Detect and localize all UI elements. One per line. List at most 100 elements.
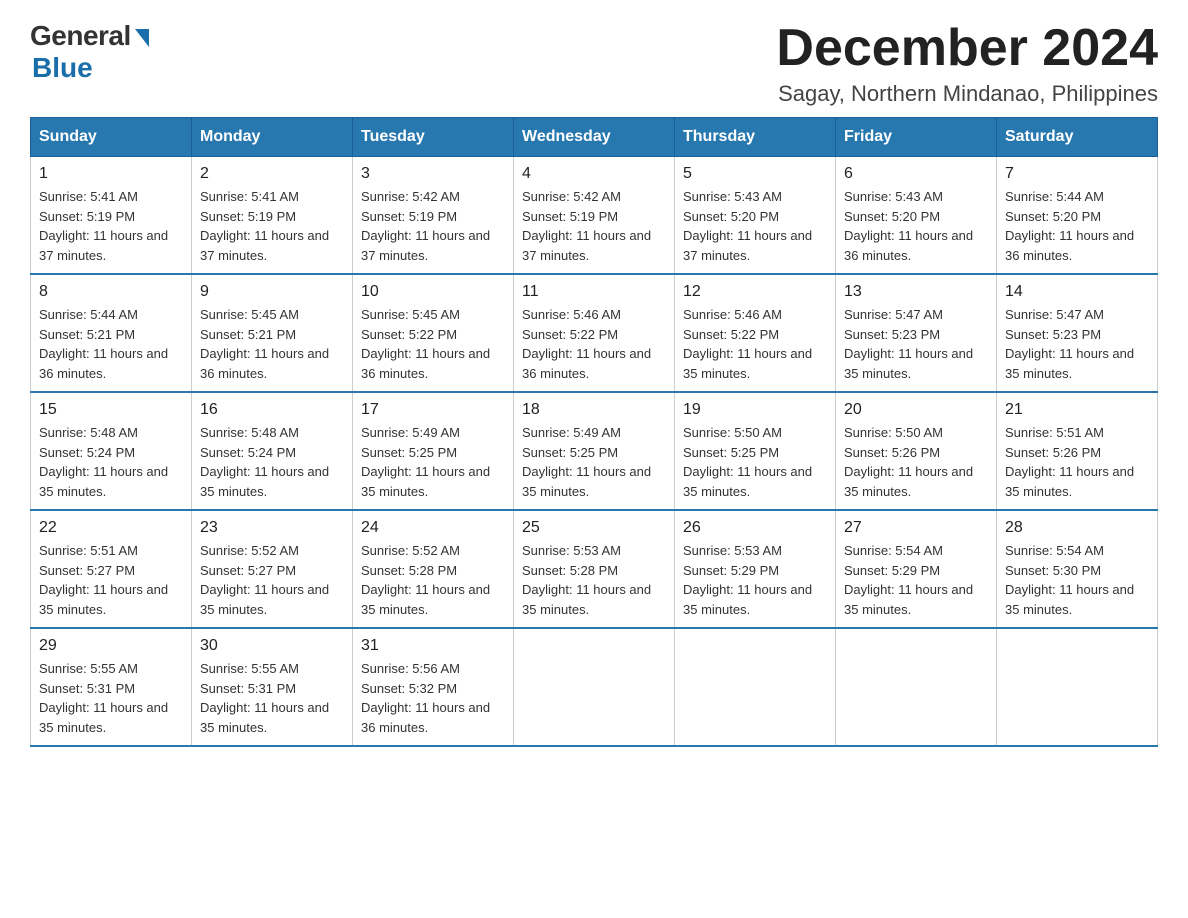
page-header: General Blue December 2024 Sagay, Northe… <box>30 20 1158 107</box>
sunset-label: Sunset: 5:29 PM <box>844 563 940 578</box>
sunset-label: Sunset: 5:19 PM <box>361 209 457 224</box>
daylight-label: Daylight: 11 hours and 35 minutes. <box>361 582 490 617</box>
calendar-day-cell: 12 Sunrise: 5:46 AM Sunset: 5:22 PM Dayl… <box>675 274 836 392</box>
calendar-day-cell: 14 Sunrise: 5:47 AM Sunset: 5:23 PM Dayl… <box>997 274 1158 392</box>
daylight-label: Daylight: 11 hours and 35 minutes. <box>200 582 329 617</box>
daylight-label: Daylight: 11 hours and 36 minutes. <box>39 346 168 381</box>
day-info: Sunrise: 5:49 AM Sunset: 5:25 PM Dayligh… <box>361 423 505 501</box>
daylight-label: Daylight: 11 hours and 36 minutes. <box>1005 228 1134 263</box>
calendar-day-cell: 17 Sunrise: 5:49 AM Sunset: 5:25 PM Dayl… <box>353 392 514 510</box>
day-info: Sunrise: 5:44 AM Sunset: 5:21 PM Dayligh… <box>39 305 183 383</box>
calendar-day-cell <box>836 628 997 746</box>
daylight-label: Daylight: 11 hours and 35 minutes. <box>39 700 168 735</box>
sunset-label: Sunset: 5:29 PM <box>683 563 779 578</box>
logo-blue-text: Blue <box>32 52 93 84</box>
day-number: 4 <box>522 165 666 183</box>
day-number: 17 <box>361 401 505 419</box>
day-info: Sunrise: 5:55 AM Sunset: 5:31 PM Dayligh… <box>39 659 183 737</box>
daylight-label: Daylight: 11 hours and 35 minutes. <box>1005 464 1134 499</box>
calendar-day-cell: 1 Sunrise: 5:41 AM Sunset: 5:19 PM Dayli… <box>31 157 192 275</box>
day-info: Sunrise: 5:55 AM Sunset: 5:31 PM Dayligh… <box>200 659 344 737</box>
day-number: 6 <box>844 165 988 183</box>
day-number: 10 <box>361 283 505 301</box>
day-info: Sunrise: 5:46 AM Sunset: 5:22 PM Dayligh… <box>522 305 666 383</box>
calendar-day-cell: 9 Sunrise: 5:45 AM Sunset: 5:21 PM Dayli… <box>192 274 353 392</box>
calendar-day-cell: 29 Sunrise: 5:55 AM Sunset: 5:31 PM Dayl… <box>31 628 192 746</box>
day-info: Sunrise: 5:42 AM Sunset: 5:19 PM Dayligh… <box>361 187 505 265</box>
sunset-label: Sunset: 5:21 PM <box>200 327 296 342</box>
day-info: Sunrise: 5:50 AM Sunset: 5:25 PM Dayligh… <box>683 423 827 501</box>
sunset-label: Sunset: 5:25 PM <box>522 445 618 460</box>
day-info: Sunrise: 5:41 AM Sunset: 5:19 PM Dayligh… <box>200 187 344 265</box>
daylight-label: Daylight: 11 hours and 35 minutes. <box>683 346 812 381</box>
logo: General Blue <box>30 20 149 84</box>
day-number: 14 <box>1005 283 1149 301</box>
day-number: 1 <box>39 165 183 183</box>
sunrise-label: Sunrise: 5:50 AM <box>683 425 782 440</box>
calendar-day-cell: 7 Sunrise: 5:44 AM Sunset: 5:20 PM Dayli… <box>997 157 1158 275</box>
sunset-label: Sunset: 5:24 PM <box>200 445 296 460</box>
day-info: Sunrise: 5:52 AM Sunset: 5:27 PM Dayligh… <box>200 541 344 619</box>
sunrise-label: Sunrise: 5:53 AM <box>522 543 621 558</box>
sunrise-label: Sunrise: 5:56 AM <box>361 661 460 676</box>
day-info: Sunrise: 5:45 AM Sunset: 5:21 PM Dayligh… <box>200 305 344 383</box>
sunset-label: Sunset: 5:19 PM <box>200 209 296 224</box>
day-number: 8 <box>39 283 183 301</box>
calendar-day-cell: 19 Sunrise: 5:50 AM Sunset: 5:25 PM Dayl… <box>675 392 836 510</box>
sunrise-label: Sunrise: 5:47 AM <box>844 307 943 322</box>
logo-general-text: General <box>30 20 131 52</box>
day-number: 28 <box>1005 519 1149 537</box>
daylight-label: Daylight: 11 hours and 35 minutes. <box>200 464 329 499</box>
calendar-day-cell: 3 Sunrise: 5:42 AM Sunset: 5:19 PM Dayli… <box>353 157 514 275</box>
sunset-label: Sunset: 5:31 PM <box>39 681 135 696</box>
daylight-label: Daylight: 11 hours and 37 minutes. <box>39 228 168 263</box>
calendar-day-cell: 25 Sunrise: 5:53 AM Sunset: 5:28 PM Dayl… <box>514 510 675 628</box>
daylight-label: Daylight: 11 hours and 37 minutes. <box>683 228 812 263</box>
day-number: 3 <box>361 165 505 183</box>
sunrise-label: Sunrise: 5:42 AM <box>522 189 621 204</box>
sunrise-label: Sunrise: 5:52 AM <box>200 543 299 558</box>
calendar-day-cell: 5 Sunrise: 5:43 AM Sunset: 5:20 PM Dayli… <box>675 157 836 275</box>
calendar-day-cell: 11 Sunrise: 5:46 AM Sunset: 5:22 PM Dayl… <box>514 274 675 392</box>
day-info: Sunrise: 5:51 AM Sunset: 5:27 PM Dayligh… <box>39 541 183 619</box>
day-info: Sunrise: 5:41 AM Sunset: 5:19 PM Dayligh… <box>39 187 183 265</box>
sunset-label: Sunset: 5:26 PM <box>1005 445 1101 460</box>
weekday-header-sunday: Sunday <box>31 118 192 157</box>
daylight-label: Daylight: 11 hours and 35 minutes. <box>683 464 812 499</box>
calendar-day-cell <box>514 628 675 746</box>
day-info: Sunrise: 5:46 AM Sunset: 5:22 PM Dayligh… <box>683 305 827 383</box>
day-number: 7 <box>1005 165 1149 183</box>
sunset-label: Sunset: 5:20 PM <box>1005 209 1101 224</box>
daylight-label: Daylight: 11 hours and 35 minutes. <box>522 464 651 499</box>
calendar-day-cell <box>675 628 836 746</box>
calendar-table: SundayMondayTuesdayWednesdayThursdayFrid… <box>30 117 1158 747</box>
sunset-label: Sunset: 5:30 PM <box>1005 563 1101 578</box>
calendar-day-cell: 26 Sunrise: 5:53 AM Sunset: 5:29 PM Dayl… <box>675 510 836 628</box>
calendar-day-cell: 2 Sunrise: 5:41 AM Sunset: 5:19 PM Dayli… <box>192 157 353 275</box>
day-info: Sunrise: 5:43 AM Sunset: 5:20 PM Dayligh… <box>844 187 988 265</box>
day-number: 9 <box>200 283 344 301</box>
day-number: 26 <box>683 519 827 537</box>
day-number: 16 <box>200 401 344 419</box>
sunset-label: Sunset: 5:25 PM <box>683 445 779 460</box>
sunset-label: Sunset: 5:20 PM <box>844 209 940 224</box>
calendar-week-row: 15 Sunrise: 5:48 AM Sunset: 5:24 PM Dayl… <box>31 392 1158 510</box>
day-info: Sunrise: 5:53 AM Sunset: 5:29 PM Dayligh… <box>683 541 827 619</box>
daylight-label: Daylight: 11 hours and 35 minutes. <box>683 582 812 617</box>
calendar-day-cell: 21 Sunrise: 5:51 AM Sunset: 5:26 PM Dayl… <box>997 392 1158 510</box>
sunrise-label: Sunrise: 5:47 AM <box>1005 307 1104 322</box>
calendar-day-cell: 24 Sunrise: 5:52 AM Sunset: 5:28 PM Dayl… <box>353 510 514 628</box>
sunrise-label: Sunrise: 5:49 AM <box>522 425 621 440</box>
daylight-label: Daylight: 11 hours and 36 minutes. <box>844 228 973 263</box>
sunrise-label: Sunrise: 5:54 AM <box>844 543 943 558</box>
calendar-day-cell: 20 Sunrise: 5:50 AM Sunset: 5:26 PM Dayl… <box>836 392 997 510</box>
day-number: 24 <box>361 519 505 537</box>
sunset-label: Sunset: 5:26 PM <box>844 445 940 460</box>
sunset-label: Sunset: 5:27 PM <box>200 563 296 578</box>
calendar-day-cell: 8 Sunrise: 5:44 AM Sunset: 5:21 PM Dayli… <box>31 274 192 392</box>
sunrise-label: Sunrise: 5:43 AM <box>683 189 782 204</box>
sunrise-label: Sunrise: 5:41 AM <box>200 189 299 204</box>
day-info: Sunrise: 5:52 AM Sunset: 5:28 PM Dayligh… <box>361 541 505 619</box>
sunrise-label: Sunrise: 5:55 AM <box>200 661 299 676</box>
sunrise-label: Sunrise: 5:45 AM <box>200 307 299 322</box>
